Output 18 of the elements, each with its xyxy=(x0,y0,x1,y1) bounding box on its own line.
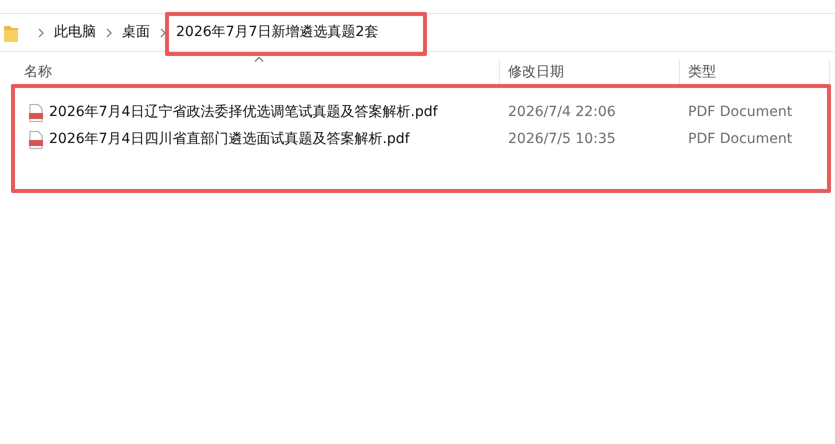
file-name[interactable]: 2026年7月4日四川省直部门遴选面试真题及答案解析.pdf xyxy=(49,129,410,150)
file-name[interactable]: 2026年7月4日辽宁省政法委择优选调笔试真题及答案解析.pdf xyxy=(49,102,438,123)
file-type: PDF Document xyxy=(688,104,792,120)
chevron-right-icon[interactable] xyxy=(38,28,44,38)
breadcrumb-item[interactable]: 2026年7月7日新增遴选真题2套 xyxy=(176,22,378,43)
column-header[interactable]: 修改日期 xyxy=(500,60,680,84)
file-date: 2026/7/4 22:06 xyxy=(508,104,616,120)
pdf-file-icon xyxy=(28,104,44,122)
chevron-right-icon[interactable] xyxy=(106,28,112,38)
file-type: PDF Document xyxy=(688,131,792,147)
column-header[interactable]: 类型 xyxy=(680,60,830,84)
pdf-file-icon xyxy=(28,130,44,148)
column-header[interactable]: 名称 xyxy=(0,60,500,84)
chevron-right-icon[interactable] xyxy=(160,28,166,38)
breadcrumb-item[interactable]: 此电脑 xyxy=(54,22,96,43)
folder-icon xyxy=(4,24,18,42)
breadcrumb-item[interactable]: 桌面 xyxy=(122,22,150,43)
file-date: 2026/7/5 10:35 xyxy=(508,131,616,147)
